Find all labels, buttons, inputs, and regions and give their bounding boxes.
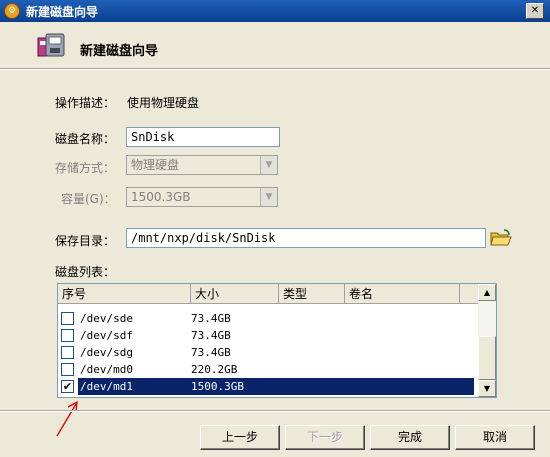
- capacity-select-value: 1500.3GB: [131, 190, 191, 204]
- column-header-type[interactable]: 类型: [279, 284, 345, 304]
- vertical-scrollbar[interactable]: ▲ ▼: [478, 284, 496, 397]
- table-row[interactable]: /dev/sde 73.4GB: [58, 310, 478, 327]
- table-row[interactable]: /dev/sdg 73.4GB: [58, 344, 478, 361]
- row-checkbox[interactable]: [61, 346, 74, 359]
- app-icon: ⚙: [4, 3, 20, 19]
- disk-name-input[interactable]: SnDisk: [126, 127, 280, 147]
- storage-select[interactable]: 物理硬盘 ▼: [126, 155, 278, 175]
- scroll-thumb[interactable]: [478, 336, 496, 380]
- row-checkbox[interactable]: [61, 312, 74, 325]
- row-checkbox[interactable]: [61, 363, 74, 376]
- disk-list-rows: /dev/sde 73.4GB/dev/sdf 73.4GB/dev/sdg 73.4…: [58, 310, 478, 395]
- disk-wizard-icon: [37, 33, 65, 57]
- save-dir-input[interactable]: /mnt/nxp/disk/SnDisk: [126, 228, 486, 248]
- column-header-filler: [460, 284, 478, 304]
- operation-value: 使用物理硬盘: [127, 96, 200, 110]
- row-cells: /dev/sde 73.4GB: [78, 310, 474, 327]
- chevron-down-icon: ▼: [260, 156, 277, 174]
- annotation-arrow-icon: [56, 400, 78, 437]
- finish-button[interactable]: 完成: [370, 425, 450, 450]
- disk-name-label: 磁盘名称：: [55, 132, 116, 146]
- cancel-button[interactable]: 取消: [455, 425, 535, 450]
- row-cells: /dev/sdf 73.4GB: [78, 327, 474, 344]
- row-checkbox[interactable]: [61, 329, 74, 342]
- disk-list-label: 磁盘列表：: [55, 265, 116, 279]
- row-name: /dev/sdg: [80, 346, 133, 359]
- table-row[interactable]: /dev/md0 220.2GB: [58, 361, 478, 378]
- footer-separator: [0, 410, 550, 412]
- open-folder-icon[interactable]: [490, 229, 512, 247]
- row-size: 220.2GB: [191, 363, 238, 376]
- save-dir-label: 保存目录：: [55, 234, 116, 248]
- title-bar: ⚙ 新建磁盘向导 ✕: [0, 0, 550, 22]
- table-row[interactable]: /dev/sdf 73.4GB: [58, 327, 478, 344]
- capacity-label: 容量(G)：: [61, 192, 116, 206]
- scroll-down-button[interactable]: ▼: [478, 380, 496, 397]
- header-separator: [0, 68, 550, 70]
- column-header-size[interactable]: 大小: [191, 284, 279, 304]
- row-checkbox[interactable]: ✔: [61, 380, 74, 393]
- row-name: /dev/sde: [80, 312, 133, 325]
- row-size: 73.4GB: [191, 329, 231, 342]
- column-header-index[interactable]: 序号: [58, 284, 191, 304]
- table-row[interactable]: ✔ /dev/md1 1500.3GB: [58, 378, 478, 395]
- scroll-up-button[interactable]: ▲: [478, 284, 496, 301]
- row-cells: /dev/md1 1500.3GB: [78, 378, 474, 395]
- header-title: 新建磁盘向导: [80, 44, 159, 59]
- next-button[interactable]: 下一步: [285, 425, 365, 450]
- disk-list[interactable]: 序号 大小 类型 卷名 /dev/sde 73.4GB/dev/sdf 73.4GB…: [57, 283, 497, 398]
- prev-button[interactable]: 上一步: [200, 425, 280, 450]
- row-cells: /dev/sdg 73.4GB: [78, 344, 474, 361]
- capacity-select[interactable]: 1500.3GB ▼: [126, 187, 278, 207]
- close-button[interactable]: ✕: [526, 3, 544, 19]
- row-name: /dev/sdf: [80, 329, 133, 342]
- row-size: 1500.3GB: [191, 380, 244, 393]
- storage-label: 存储方式：: [55, 161, 116, 175]
- operation-label: 操作描述：: [55, 96, 116, 110]
- row-name: /dev/md0: [80, 363, 133, 376]
- disk-list-header: 序号 大小 类型 卷名: [58, 284, 478, 304]
- row-size: 73.4GB: [191, 312, 231, 325]
- column-header-volume[interactable]: 卷名: [345, 284, 460, 304]
- chevron-down-icon: ▼: [260, 188, 277, 206]
- row-cells: /dev/md0 220.2GB: [78, 361, 474, 378]
- window-title: 新建磁盘向导: [26, 4, 99, 19]
- wizard-header: 新建磁盘向导: [0, 22, 550, 68]
- row-name: /dev/md1: [80, 380, 133, 393]
- row-size: 73.4GB: [191, 346, 231, 359]
- storage-select-value: 物理硬盘: [131, 158, 180, 172]
